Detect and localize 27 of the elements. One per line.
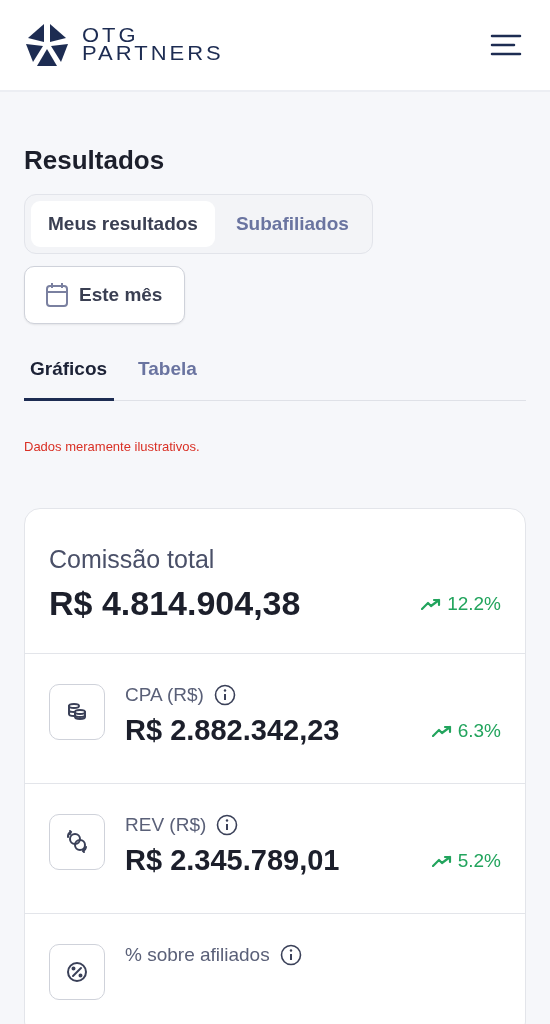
view-tab[interactable]: Tabela: [132, 344, 204, 401]
metric-label: REV (R$): [125, 814, 207, 836]
star-logo-icon: [24, 22, 70, 68]
metric-value: R$ 4.814.904,38: [49, 584, 301, 623]
logo-text: OTG: [82, 27, 139, 45]
trend-up-icon: [431, 854, 452, 867]
trend-up-icon: [431, 724, 452, 737]
change-percent: 12.2%: [447, 592, 501, 615]
metric-label: CPA (R$): [125, 684, 204, 706]
segment-tab[interactable]: Subafiliados: [218, 201, 366, 247]
trend-up-icon: [421, 597, 442, 610]
info-icon[interactable]: [279, 944, 302, 966]
metric-label: % sobre afiliados: [125, 944, 270, 966]
change-percent: 6.3%: [457, 719, 501, 742]
date-filter-button[interactable]: Este mês: [24, 266, 186, 324]
calendar-icon: [45, 282, 69, 308]
metric-label: Comissão total: [49, 545, 216, 574]
info-icon[interactable]: [213, 684, 236, 706]
logo-text: PARTNERS: [82, 45, 224, 63]
disclaimer-text: Dados meramente ilustrativos.: [24, 439, 201, 454]
change-percent: 5.2%: [457, 849, 501, 872]
page-title: Resultados: [24, 144, 166, 176]
segment-tab[interactable]: Meus resultados: [31, 201, 215, 247]
view-tab[interactable]: Gráficos: [24, 344, 115, 401]
info-icon[interactable]: [216, 814, 239, 836]
metric-value: R$ 2.345.789,01: [125, 844, 340, 877]
metric-value: R$ 2.882.342,23: [125, 714, 340, 747]
